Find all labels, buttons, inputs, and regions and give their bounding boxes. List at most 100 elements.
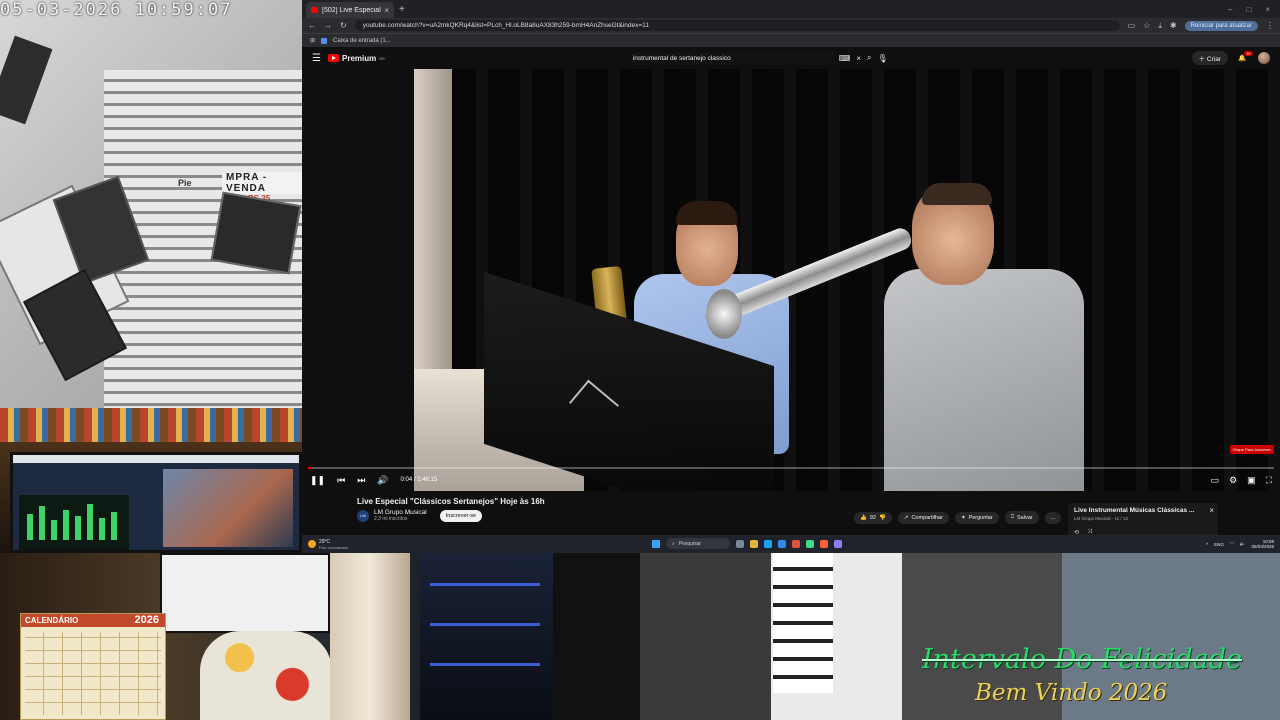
keyboard-icon[interactable]: ⌨ — [839, 54, 851, 63]
thumbs-up-icon: 👍 — [860, 514, 867, 521]
channel-avatar[interactable]: LM — [357, 509, 369, 522]
audio-meter — [19, 495, 129, 550]
toy-figures — [200, 631, 332, 720]
clear-search-icon[interactable]: × — [856, 54, 861, 63]
speaker-icon[interactable]: 🔈 — [1240, 541, 1246, 547]
search-input[interactable] — [632, 51, 833, 65]
meter-bar — [75, 516, 81, 540]
youtube-premium-logo[interactable]: Premium BR — [328, 54, 385, 63]
edge-icon[interactable] — [764, 539, 772, 548]
sun-icon — [308, 540, 316, 548]
fullscreen-icon[interactable]: ⛶ — [1266, 475, 1272, 486]
avatar[interactable] — [1258, 52, 1270, 64]
windows-start-icon[interactable] — [652, 539, 660, 548]
search-icon: ⌕ — [672, 540, 675, 547]
address-bar: ← → ↻ youtube.com/watch?v=uA2mkQKRq4&lis… — [302, 18, 1280, 33]
maximize-icon[interactable]: □ — [1246, 5, 1251, 14]
led-strip — [430, 663, 540, 666]
meter-bar — [27, 514, 33, 540]
led-strip — [430, 623, 540, 626]
game-thumbnail — [163, 469, 293, 547]
extensions-icon[interactable]: ✱ — [1170, 21, 1177, 30]
share-button[interactable]: ↗ Compartilhar — [897, 511, 949, 524]
bookmark-inbox[interactable]: Caixa de entrada (1... — [333, 38, 391, 44]
trumpeter-hair — [922, 183, 992, 205]
clock[interactable]: 10:59 05/03/2026 — [1251, 539, 1274, 550]
store-icon[interactable] — [778, 539, 786, 548]
close-icon[interactable]: × — [1209, 506, 1214, 515]
chevron-up-icon[interactable]: ^ — [1206, 542, 1208, 547]
language-indicator[interactable]: ENG — [1214, 542, 1224, 547]
subscribe-watermark[interactable]: Clique Para Inscrever — [1229, 445, 1274, 454]
create-button[interactable]: ＋ Criar — [1191, 51, 1228, 65]
shop-sign-prefix: Pie — [178, 178, 192, 188]
update-button[interactable]: Reiniciar para atualizar — [1184, 20, 1258, 31]
desk-monitor — [10, 452, 302, 553]
wifi-icon[interactable]: ◠ — [1230, 541, 1234, 547]
like-button[interactable]: 👍 92 👎 — [854, 511, 892, 524]
search-box: ⌨ × ⌕ 🎙 — [632, 51, 888, 65]
close-icon[interactable]: × — [384, 6, 389, 15]
tab-youtube[interactable]: [502] Live Especial "Clássico × — [306, 2, 394, 18]
trumpet-bell — [706, 289, 742, 339]
bottle — [330, 553, 410, 720]
bookshelf — [0, 408, 302, 442]
subscribe-button[interactable]: Inscrever-se — [439, 509, 483, 522]
app-icon[interactable] — [806, 539, 814, 548]
playlist-title[interactable]: Live Instrumental Músicas Clássicas ... — [1074, 507, 1202, 514]
minimize-icon[interactable]: – — [1228, 5, 1232, 14]
notification-badge: 9+ — [1244, 50, 1253, 56]
weather-description: Parc ensolarado — [319, 544, 349, 550]
taskbar-search[interactable]: ⌕ Pesquisar — [666, 538, 730, 549]
search-icon[interactable]: ⌕ — [867, 53, 871, 63]
new-tab-button[interactable]: + — [399, 4, 405, 15]
weather-widget[interactable]: 29°C Parc ensolarado — [308, 539, 348, 550]
logo-region: BR — [379, 55, 385, 61]
camera-feed-room: CALENDÁRIO 2026 — [0, 553, 553, 720]
video-player[interactable]: Clique Para Inscrever — [414, 69, 1280, 491]
saxophonist-hair — [676, 201, 738, 225]
miniplayer-icon[interactable]: ▣ — [1247, 475, 1256, 486]
thumbs-down-icon[interactable]: 👎 — [879, 515, 886, 521]
pause-icon[interactable]: ❚❚ — [310, 475, 325, 486]
channel-name[interactable]: LM Grupo Musical — [374, 509, 427, 516]
download-icon[interactable]: ⤓ — [1158, 21, 1162, 31]
apps-grid-icon[interactable]: ⊞ — [310, 37, 315, 44]
youtube-header: ☰ PremiumBR ⌨ × ⌕ 🎙 ＋ Criar 🔔9+ — [302, 47, 1280, 69]
settings-icon[interactable] — [834, 539, 842, 548]
pc-tower — [420, 553, 553, 720]
close-window-icon[interactable]: × — [1265, 5, 1270, 14]
window-controls: – □ × — [1228, 5, 1280, 14]
cast-icon[interactable]: ▭ — [1128, 21, 1136, 30]
task-view-icon[interactable] — [736, 539, 744, 548]
subtitles-icon[interactable]: ▭ — [1211, 475, 1220, 486]
bell-icon[interactable]: 🔔 9+ — [1238, 50, 1253, 63]
reload-icon[interactable]: ↻ — [340, 21, 347, 30]
meter-bar — [111, 512, 117, 540]
star-icon[interactable]: ☆ — [1143, 21, 1150, 30]
volume-icon[interactable]: 🔊 — [377, 475, 388, 486]
calendar-grid — [25, 632, 161, 715]
more-button[interactable]: ... — [1044, 511, 1062, 524]
save-button[interactable]: ⎕ Salvar — [1004, 511, 1039, 524]
menu-dots-icon[interactable]: ⋮ — [1266, 21, 1274, 30]
back-icon[interactable]: ← — [308, 21, 316, 30]
url-field[interactable]: youtube.com/watch?v=uA2mkQKRq4&list=PLch… — [354, 20, 1120, 31]
ask-button[interactable]: ✦ Perguntar — [954, 511, 999, 524]
media-icon[interactable] — [820, 539, 828, 548]
video-time: 0:04 / 1:46:15 — [400, 477, 438, 483]
chrome-icon[interactable] — [792, 539, 800, 548]
windows-taskbar: 29°C Parc ensolarado ⌕Pesquisar ^ ENG ◠ — [302, 535, 1280, 553]
window-grille — [773, 553, 833, 693]
next-icon[interactable]: ⏭ — [357, 475, 365, 486]
meter-bar — [63, 510, 69, 540]
file-explorer-icon[interactable] — [750, 539, 758, 548]
previous-icon[interactable]: ⏮ — [337, 475, 345, 486]
hamburger-menu-icon[interactable]: ☰ — [312, 53, 328, 64]
channel-info: LM LM Grupo Musical 2,3 mi inscritos Ins… — [357, 509, 483, 522]
forward-icon[interactable]: → — [324, 21, 332, 30]
playlist-panel[interactable]: Live Instrumental Músicas Clássicas ... … — [1068, 503, 1218, 539]
temperature: 29°C — [319, 538, 331, 545]
microphone-icon[interactable]: 🎙 — [878, 54, 888, 63]
settings-gear-icon[interactable]: ⚙ — [1229, 475, 1237, 486]
